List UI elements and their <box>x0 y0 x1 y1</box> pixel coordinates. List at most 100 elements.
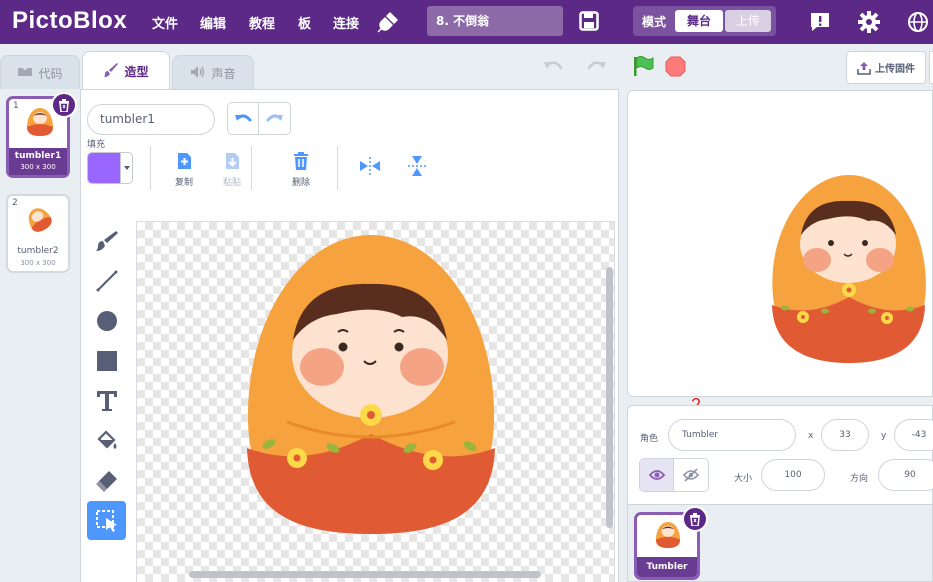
select-icon <box>95 509 117 532</box>
stop-icon[interactable] <box>665 56 686 81</box>
vertical-scrollbar[interactable] <box>606 267 613 528</box>
delete-costume-button[interactable] <box>51 92 77 118</box>
code-icon <box>17 66 33 81</box>
brush-tool[interactable] <box>87 221 126 260</box>
stage-size-toggle[interactable] <box>929 51 933 84</box>
flip-horizontal-icon <box>360 157 380 175</box>
upload-firmware-label: 上传固件 <box>875 64 915 75</box>
costume-number: 2 <box>12 198 18 208</box>
tab-code-label: 代码 <box>38 66 63 81</box>
toolbar-divider <box>251 146 252 190</box>
trash-icon <box>690 512 700 526</box>
stage-undo-icon[interactable] <box>543 58 563 80</box>
plug-icon[interactable] <box>376 10 400 38</box>
hide-sprite-button[interactable] <box>674 459 708 491</box>
costume-footer: tumbler1 300 x 300 <box>9 148 67 175</box>
paint-canvas[interactable] <box>136 221 615 582</box>
brush-icon <box>95 230 118 251</box>
y-position-input[interactable]: -43 <box>894 419 933 451</box>
circle-tool[interactable] <box>87 301 126 340</box>
menu-connect[interactable]: 连接 <box>333 13 359 32</box>
flip-vertical-button[interactable] <box>408 155 426 181</box>
x-label: x <box>808 431 814 441</box>
chevron-down-icon <box>120 153 132 183</box>
delete-sprite-button[interactable] <box>682 506 708 532</box>
show-sprite-button[interactable] <box>640 459 675 491</box>
costume-size: 300 x 300 <box>20 259 56 267</box>
undo-redo-group <box>227 102 291 135</box>
mode-label: 模式 <box>642 15 667 29</box>
costume-name: tumbler2 <box>17 246 59 256</box>
undo-button[interactable] <box>228 103 260 134</box>
brush-icon <box>103 62 119 81</box>
stage-tumbler-sprite <box>772 175 926 363</box>
text-tool[interactable] <box>87 381 126 420</box>
globe-icon[interactable] <box>907 11 929 37</box>
app-logo: PictoBlox <box>12 7 128 34</box>
upload-firmware-button[interactable]: 上传固件 <box>846 51 926 84</box>
costume-item-tumbler2[interactable]: 2 tumbler2 300 x 300 <box>6 194 70 273</box>
delete-button[interactable]: 删除 <box>283 152 319 188</box>
mode-stage-button[interactable]: 舞台 <box>675 10 723 32</box>
fill-tool[interactable] <box>87 421 126 460</box>
redo-icon <box>266 113 283 121</box>
menu-board[interactable]: 板 <box>298 13 311 32</box>
tab-costumes[interactable]: 造型 <box>82 51 170 90</box>
green-flag-icon[interactable] <box>632 55 654 81</box>
flip-vertical-icon <box>408 156 426 176</box>
paste-label: 粘贴 <box>222 178 241 188</box>
fill-color-picker[interactable] <box>87 152 133 184</box>
stage[interactable] <box>627 90 933 397</box>
rectangle-tool[interactable] <box>87 341 126 380</box>
paint-bucket-icon <box>96 429 116 449</box>
horizontal-scrollbar[interactable] <box>189 571 541 578</box>
delete-label: 删除 <box>291 178 310 188</box>
visibility-toggle <box>639 458 709 492</box>
mode-upload-button[interactable]: 上传 <box>725 10 771 32</box>
copy-icon <box>178 153 191 169</box>
y-label: y <box>881 431 887 441</box>
costume-thumbnail <box>25 206 53 236</box>
select-tool[interactable] <box>87 501 126 540</box>
trash-icon <box>294 152 308 170</box>
sprite-name-input[interactable]: Tumbler <box>668 419 796 451</box>
mode-switch: 模式 舞台 上传 <box>633 6 776 36</box>
rectangle-icon <box>96 350 117 371</box>
paste-button[interactable]: 粘贴 <box>214 152 250 188</box>
copy-label: 复制 <box>174 178 193 188</box>
redo-button[interactable] <box>259 103 290 134</box>
save-icon[interactable] <box>579 11 599 35</box>
direction-label: 方向 <box>850 474 869 484</box>
menu-tutorials[interactable]: 教程 <box>249 13 275 32</box>
costume-name-input[interactable]: tumbler1 <box>87 104 215 135</box>
eraser-tool[interactable] <box>87 461 126 500</box>
tab-sounds[interactable]: 声音 <box>172 55 254 90</box>
tab-sounds-label: 声音 <box>211 66 236 81</box>
eraser-icon <box>95 470 117 492</box>
menu-bar: PictoBlox 文件 编辑 教程 板 连接 8. 不倒翁 模式 舞台 上传 <box>0 0 933 44</box>
tab-costumes-label: 造型 <box>124 64 149 79</box>
upload-icon <box>857 61 871 75</box>
toolbar-divider <box>337 146 338 190</box>
sprite-label: 角色 <box>640 434 659 444</box>
line-icon <box>96 270 117 291</box>
size-input[interactable]: 100 <box>761 459 825 491</box>
fill-label: 填充 <box>87 140 106 150</box>
tab-code[interactable]: 代码 <box>0 55 80 90</box>
menu-edit[interactable]: 编辑 <box>200 13 226 32</box>
gear-icon[interactable] <box>857 10 881 38</box>
line-tool[interactable] <box>87 261 126 300</box>
stage-redo-icon[interactable] <box>587 58 607 80</box>
feedback-icon[interactable] <box>809 11 831 37</box>
menu-file[interactable]: 文件 <box>152 13 178 32</box>
x-position-input[interactable]: 33 <box>821 419 869 451</box>
sprite-info-panel: 角色 Tumbler x 33 y -43 大小 100 方向 90 <box>627 405 933 505</box>
project-title-input[interactable]: 8. 不倒翁 <box>427 6 563 36</box>
costume-size: 300 x 300 <box>20 163 56 171</box>
eye-icon <box>648 470 665 480</box>
sprite-pane: Tumbler <box>627 505 933 582</box>
flip-horizontal-button[interactable] <box>359 157 381 179</box>
fill-color-swatch <box>88 153 120 183</box>
copy-button[interactable]: 复制 <box>166 152 202 188</box>
direction-input[interactable]: 90 <box>878 459 933 491</box>
